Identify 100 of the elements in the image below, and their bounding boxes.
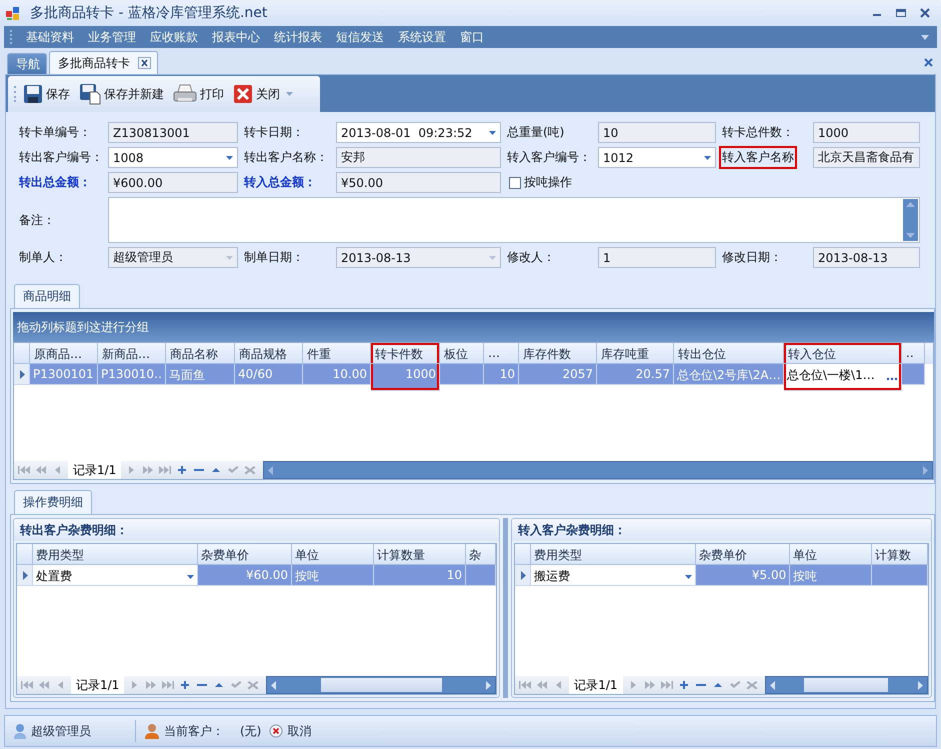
nav-cancel-icon[interactable] — [243, 465, 258, 475]
floppy-icon — [23, 84, 43, 104]
input-field[interactable]: ¥600.00 — [108, 172, 238, 193]
row-indicator-icon — [18, 370, 24, 378]
section-tab[interactable]: 操作费明细 — [14, 490, 92, 514]
input-field[interactable]: Z130813001 — [108, 122, 238, 143]
nav-last-icon[interactable] — [660, 680, 674, 690]
input-field[interactable]: ¥50.00 — [336, 172, 501, 193]
scroll-left-icon[interactable] — [271, 680, 276, 690]
close-icon[interactable] — [924, 58, 933, 66]
row-header[interactable] — [17, 565, 33, 586]
scroll-right-icon[interactable] — [923, 466, 928, 474]
caret-icon[interactable] — [286, 92, 293, 96]
caret-icon[interactable] — [921, 34, 929, 40]
nav-nextpage-icon[interactable] — [642, 680, 657, 690]
caret-icon[interactable] — [685, 574, 692, 578]
caret-icon[interactable] — [704, 156, 711, 160]
input-field[interactable]: 2013-08-13 — [336, 247, 501, 268]
grip-icon — [14, 86, 17, 102]
table-cell: P1300101 — [30, 364, 98, 385]
close-icon — [233, 84, 253, 104]
caret-icon[interactable] — [489, 130, 496, 134]
close-icon[interactable] — [138, 57, 151, 69]
nav-ok-icon[interactable] — [226, 465, 240, 475]
section-tab[interactable]: 商品明细 — [14, 284, 80, 308]
menu-item[interactable]: 短信发送 — [329, 28, 391, 46]
scroll-down-icon[interactable] — [906, 233, 915, 238]
scroll-left-icon[interactable] — [268, 466, 274, 474]
toolbar-button[interactable]: 打印 — [170, 82, 227, 106]
caret-icon[interactable] — [187, 574, 194, 578]
row-header[interactable] — [14, 364, 30, 385]
input-field[interactable]: 1012 — [598, 147, 716, 168]
field-label: 转卡日期： — [243, 124, 305, 141]
menu-item[interactable]: 基础资料 — [19, 28, 81, 46]
cancel-button[interactable]: 取消 — [269, 722, 312, 740]
caret-icon[interactable] — [226, 156, 233, 160]
nav-prevpage-icon[interactable] — [535, 680, 550, 690]
table-cell: 总仓位\2号库\2A… — [674, 364, 784, 385]
menu-item[interactable]: 窗口 — [453, 28, 491, 46]
nav-first-icon[interactable] — [20, 680, 34, 690]
input-field[interactable]: 2013-08-01 09:23:52 — [336, 122, 501, 143]
table-cell: 40/60 — [235, 364, 303, 385]
input-field[interactable]: 安邦 — [336, 147, 501, 168]
nav-first-icon[interactable] — [518, 680, 532, 690]
scrollbar[interactable] — [263, 461, 933, 479]
checkbox[interactable]: 按吨操作 — [506, 172, 721, 193]
column-header[interactable]: 转卡件数 — [371, 343, 440, 364]
nav-prevpage-icon[interactable] — [34, 465, 48, 475]
scroll-right-icon[interactable] — [486, 680, 492, 690]
field-label: 转入客户名称 — [721, 148, 795, 167]
scrollbar[interactable] — [266, 676, 496, 694]
close-icon[interactable] — [919, 8, 931, 18]
document-tab[interactable]: 多批商品转卡 — [49, 51, 158, 74]
nav-prevpage-icon[interactable] — [37, 680, 51, 690]
field-label: 转出总金额： — [18, 174, 92, 191]
menu-item[interactable]: 应收账款 — [143, 28, 205, 46]
menu-item[interactable]: 系统设置 — [391, 28, 453, 46]
toolbar-button[interactable]: 保存 — [20, 82, 73, 106]
splitter[interactable] — [503, 518, 508, 698]
column-header[interactable]: 转入仓位 — [784, 343, 902, 364]
nav-last-icon[interactable] — [158, 465, 172, 475]
scrollbar-thumb[interactable] — [320, 678, 442, 692]
floppy-document-icon — [79, 83, 101, 105]
ellipsis-button[interactable] — [886, 376, 898, 380]
scrollbar[interactable] — [903, 199, 918, 241]
scroll-left-icon[interactable] — [770, 680, 775, 690]
field-label: 转出客户编号： — [18, 149, 104, 166]
nav-cancel-icon[interactable] — [246, 680, 260, 690]
nav-last-icon[interactable] — [161, 680, 176, 690]
table-cell: 处置费 — [33, 565, 198, 586]
row-indicator-icon — [22, 570, 28, 580]
table-cell: 按吨 — [292, 565, 374, 586]
nav-nextpage-icon[interactable] — [144, 680, 158, 690]
input-field[interactable]: 2013-08-13 — [813, 247, 920, 268]
toolbar-button[interactable]: 关闭 — [230, 82, 283, 106]
input-field[interactable]: 1 — [598, 247, 716, 268]
input-field[interactable]: 1000 — [813, 122, 920, 143]
text-area[interactable] — [108, 197, 920, 243]
nav-first-icon[interactable] — [17, 465, 31, 475]
input-field[interactable]: 北京天昌斋食品有 — [813, 147, 920, 168]
scrollbar-thumb[interactable] — [804, 678, 888, 692]
input-field[interactable]: 10 — [598, 122, 716, 143]
table-cell: 1000 — [371, 364, 440, 391]
table-cell: 20.57 — [597, 364, 674, 385]
user-icon — [13, 723, 27, 739]
menu-item[interactable]: 业务管理 — [81, 28, 143, 46]
nav-ok-icon[interactable] — [728, 680, 742, 690]
toolbar-button[interactable]: 保存并新建 — [76, 81, 167, 107]
scrollbar[interactable] — [764, 676, 928, 694]
row-header[interactable] — [515, 565, 532, 586]
menu-item[interactable]: 报表中心 — [205, 28, 267, 46]
nav-cancel-icon[interactable] — [744, 680, 759, 690]
input-field[interactable]: 1008 — [108, 147, 238, 168]
maximize-icon[interactable] — [895, 8, 907, 18]
scroll-up-icon[interactable] — [906, 202, 915, 207]
document-tab[interactable]: 导航 — [7, 53, 47, 74]
scroll-right-icon[interactable] — [918, 680, 923, 690]
nav-ok-icon[interactable] — [229, 680, 244, 690]
nav-nextpage-icon[interactable] — [141, 465, 156, 475]
menu-item[interactable]: 统计报表 — [267, 28, 329, 46]
